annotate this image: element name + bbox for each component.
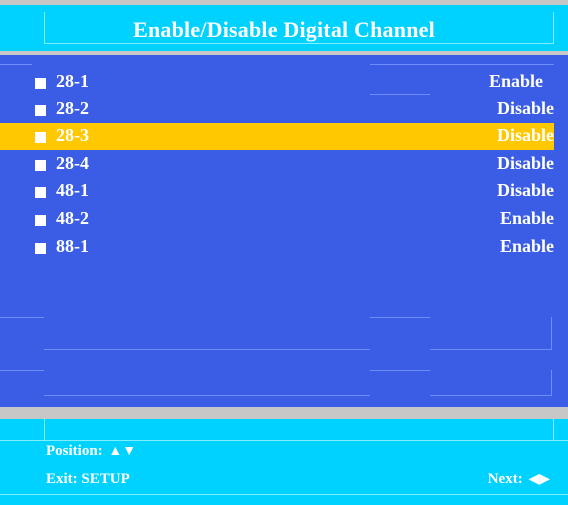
channel-row-selected[interactable]: 28-3 Disable [0,123,554,150]
grid-line [370,317,430,318]
position-label: Position: [46,443,103,459]
next-label: Next: [487,471,523,487]
channel-number: 28-3 [56,125,89,145]
square-bullet-icon [35,187,46,198]
channel-status: Enable [499,208,554,228]
square-bullet-icon [35,215,46,226]
grid-line [0,370,44,371]
grid-line [551,317,552,349]
up-down-arrows-icon: ▲▼ [108,444,137,459]
footer-border [44,419,45,441]
grid-line [370,370,430,371]
grid-line [0,317,44,318]
footer-border [0,494,568,495]
channel-status: Disable [496,180,554,200]
channel-row[interactable]: 28-2 Disable [0,96,554,123]
channel-list: 28-1 Enable 28-2 Disable 28-3 Disable 28… [0,55,568,407]
channel-status: Disable [496,153,554,173]
osd-screen: Enable/Disable Digital Channel 28-1 Enab… [0,0,568,505]
square-bullet-icon [35,78,46,89]
grid-line [430,349,552,350]
footer-divider [0,407,568,419]
channel-number: 28-2 [56,98,89,118]
header-bar: Enable/Disable Digital Channel [0,5,568,51]
channel-number: 28-1 [56,71,89,91]
grid-line [551,370,552,395]
channel-number: 48-1 [56,180,89,200]
channel-row[interactable]: 28-4 Disable [0,151,554,178]
channel-number: 48-2 [56,208,89,228]
footer-border [553,419,554,441]
channel-row[interactable]: 88-1 Enable [0,234,554,261]
grid-line [370,64,430,65]
square-bullet-icon [35,105,46,116]
square-bullet-icon [35,132,46,143]
position-hint: Position: ▲▼ [46,443,136,460]
channel-status: Disable [496,125,554,145]
grid-line [0,64,32,65]
grid-line [430,395,552,396]
footer-bar: Position: ▲▼ Exit: SETUP Next: ◀▶ [0,419,568,505]
page-title: Enable/Disable Digital Channel [133,17,435,42]
channel-status: Disable [496,98,554,118]
header-border-bottom [44,43,554,44]
grid-line [44,349,370,350]
exit-hint: Exit: SETUP [46,471,130,487]
grid-line [430,64,554,65]
channel-number: 88-1 [56,236,89,256]
channel-row[interactable]: 48-1 Disable [0,178,554,205]
grid-line [44,395,370,396]
footer-border [0,440,568,441]
next-hint: Next: ◀▶ [488,471,550,488]
channel-row[interactable]: 28-1 Enable [0,69,554,96]
square-bullet-icon [35,243,46,254]
channel-number: 28-4 [56,153,89,173]
left-right-arrows-icon: ◀▶ [528,472,550,487]
channel-status: Enable [488,71,543,91]
square-bullet-icon [35,160,46,171]
channel-status: Enable [499,236,554,256]
channel-row[interactable]: 48-2 Enable [0,206,554,233]
